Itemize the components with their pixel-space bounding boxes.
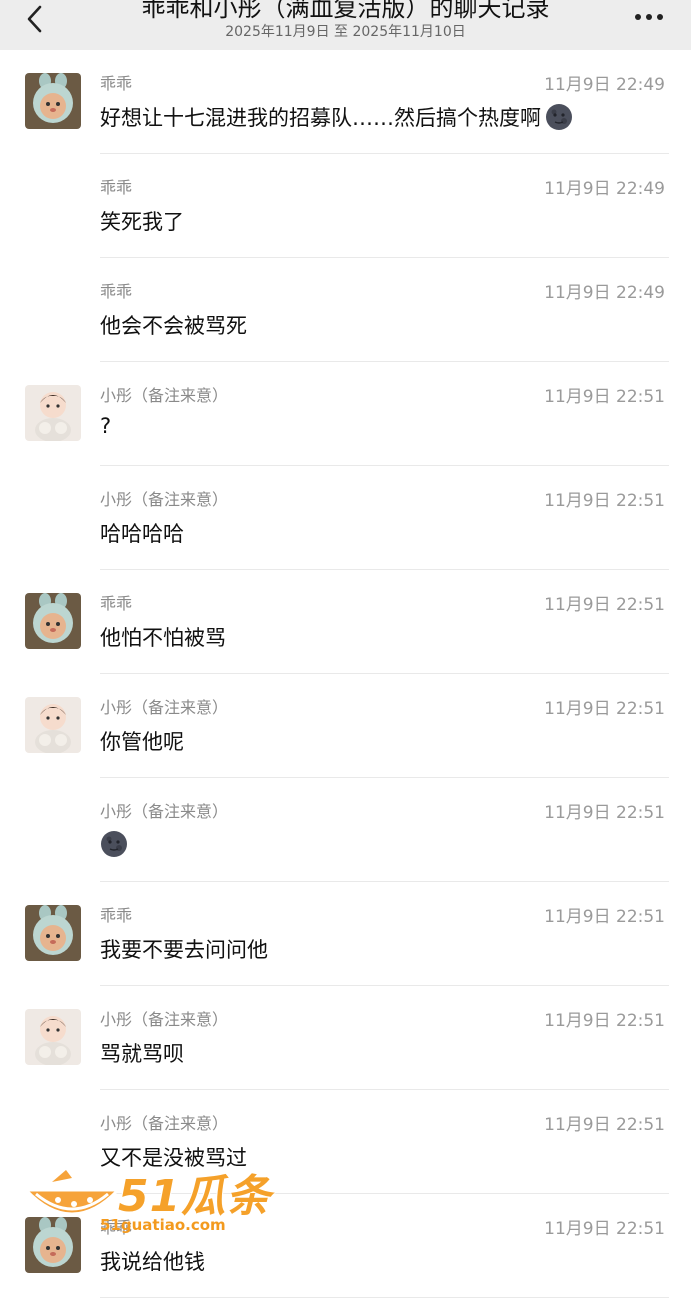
message-text-content: 你管他呢 bbox=[100, 730, 184, 754]
message-time: 11月9日 22:51 bbox=[544, 907, 665, 927]
message-time: 11月9日 22:51 bbox=[544, 491, 665, 511]
chat-message[interactable]: 乖乖 11月9日 22:51 我说给他钱 bbox=[0, 1194, 691, 1298]
chat-message[interactable]: 小彤（备注来意） 11月9日 22:51? bbox=[0, 362, 691, 466]
sender-name: 小彤（备注来意） bbox=[100, 1010, 229, 1029]
message-time: 11月9日 22:49 bbox=[544, 75, 665, 95]
message-text bbox=[100, 830, 128, 858]
sender-name: 小彤（备注来意） bbox=[100, 698, 229, 717]
chat-message[interactable]: 小彤（备注来意） 11月9日 22:51 又不是没被骂过 bbox=[0, 1090, 691, 1194]
avatar[interactable] bbox=[25, 593, 81, 649]
sender-name: 小彤（备注来意） bbox=[100, 386, 229, 405]
message-text-content: 我说给他钱 bbox=[100, 1250, 205, 1274]
message-text-content: 哈哈哈哈 bbox=[100, 522, 184, 546]
more-options-button[interactable] bbox=[629, 2, 669, 32]
chat-message[interactable]: 乖乖 11月9日 22:51 他怕不怕被骂 bbox=[0, 570, 691, 674]
message-text: ? bbox=[100, 414, 111, 438]
new-moon-face-icon bbox=[546, 104, 572, 130]
message-text: 又不是没被骂过 bbox=[100, 1142, 247, 1172]
message-list[interactable]: 乖乖 11月9日 22:49 好想让十七混进我的招募队……然后搞个热度啊 乖乖 11月9… bbox=[0, 50, 691, 1298]
date-range: 2025年11月9日 至 2025年11月10日 bbox=[225, 24, 466, 40]
avatar[interactable] bbox=[25, 1009, 81, 1065]
message-text-content: 好想让十七混进我的招募队……然后搞个热度啊 bbox=[100, 106, 541, 130]
message-text: 笑死我了 bbox=[100, 206, 184, 236]
message-text: 你管他呢 bbox=[100, 726, 184, 756]
sender-name: 乖乖 bbox=[100, 178, 133, 197]
back-button[interactable] bbox=[18, 2, 52, 36]
message-text-content: 他会不会被骂死 bbox=[100, 314, 247, 338]
message-time: 11月9日 22:51 bbox=[544, 1115, 665, 1135]
chat-message[interactable]: 乖乖 11月9日 22:49 好想让十七混进我的招募队……然后搞个热度啊 bbox=[0, 50, 691, 154]
chat-message[interactable]: 乖乖 11月9日 22:49 他会不会被骂死 bbox=[0, 258, 691, 362]
sender-name: 乖乖 bbox=[100, 594, 133, 613]
chat-message[interactable]: 小彤（备注来意） 11月9日 22:51 bbox=[0, 778, 691, 882]
message-time: 11月9日 22:51 bbox=[544, 387, 665, 407]
message-text-content: 又不是没被骂过 bbox=[100, 1146, 247, 1170]
message-text: 哈哈哈哈 bbox=[100, 518, 184, 548]
sender-name: 小彤（备注来意） bbox=[100, 1114, 229, 1133]
message-text-content: 他怕不怕被骂 bbox=[100, 626, 226, 650]
message-time: 11月9日 22:51 bbox=[544, 1011, 665, 1031]
message-text: 他会不会被骂死 bbox=[100, 310, 247, 340]
message-time: 11月9日 22:51 bbox=[544, 1219, 665, 1239]
sender-name: 乖乖 bbox=[100, 282, 133, 301]
message-time: 11月9日 22:51 bbox=[544, 803, 665, 823]
sender-name: 小彤（备注来意） bbox=[100, 802, 229, 821]
message-time: 11月9日 22:51 bbox=[544, 699, 665, 719]
avatar[interactable] bbox=[25, 73, 81, 129]
avatar[interactable] bbox=[25, 697, 81, 753]
message-text: 好想让十七混进我的招募队……然后搞个热度啊 bbox=[100, 102, 573, 132]
message-text: 我说给他钱 bbox=[100, 1246, 205, 1276]
message-text: 我要不要去问问他 bbox=[100, 934, 268, 964]
chevron-left-icon bbox=[27, 5, 42, 33]
message-time: 11月9日 22:49 bbox=[544, 179, 665, 199]
message-text-content: 我要不要去问问他 bbox=[100, 938, 268, 962]
top-bar: 乖乖和小彤（满血复活版）的聊天记录 2025年11月9日 至 2025年11月1… bbox=[0, 0, 691, 50]
message-time: 11月9日 22:49 bbox=[544, 283, 665, 303]
message-text-content: 笑死我了 bbox=[100, 210, 184, 234]
sender-name: 乖乖 bbox=[100, 1218, 133, 1237]
message-text-content: ? bbox=[100, 414, 112, 438]
sender-name: 乖乖 bbox=[100, 906, 133, 925]
message-text-content: 骂就骂呗 bbox=[100, 1042, 184, 1066]
more-dots-icon bbox=[635, 14, 663, 20]
avatar[interactable] bbox=[25, 385, 81, 441]
chat-message[interactable]: 小彤（备注来意） 11月9日 22:51 骂就骂呗 bbox=[0, 986, 691, 1090]
chat-record-title: 乖乖和小彤（满血复活版）的聊天记录 bbox=[141, 0, 550, 22]
chat-message[interactable]: 小彤（备注来意） 11月9日 22:51 哈哈哈哈 bbox=[0, 466, 691, 570]
avatar[interactable] bbox=[25, 905, 81, 961]
chat-message[interactable]: 乖乖 11月9日 22:51 我要不要去问问他 bbox=[0, 882, 691, 986]
chat-message[interactable]: 小彤（备注来意） 11月9日 22:51 你管他呢 bbox=[0, 674, 691, 778]
message-time: 11月9日 22:51 bbox=[544, 595, 665, 615]
chat-message[interactable]: 乖乖 11月9日 22:49 笑死我了 bbox=[0, 154, 691, 258]
avatar[interactable] bbox=[25, 1217, 81, 1273]
message-text: 骂就骂呗 bbox=[100, 1038, 184, 1068]
message-text: 他怕不怕被骂 bbox=[100, 622, 226, 652]
new-moon-face-icon bbox=[101, 831, 127, 857]
sender-name: 小彤（备注来意） bbox=[100, 490, 229, 509]
sender-name: 乖乖 bbox=[100, 74, 133, 93]
